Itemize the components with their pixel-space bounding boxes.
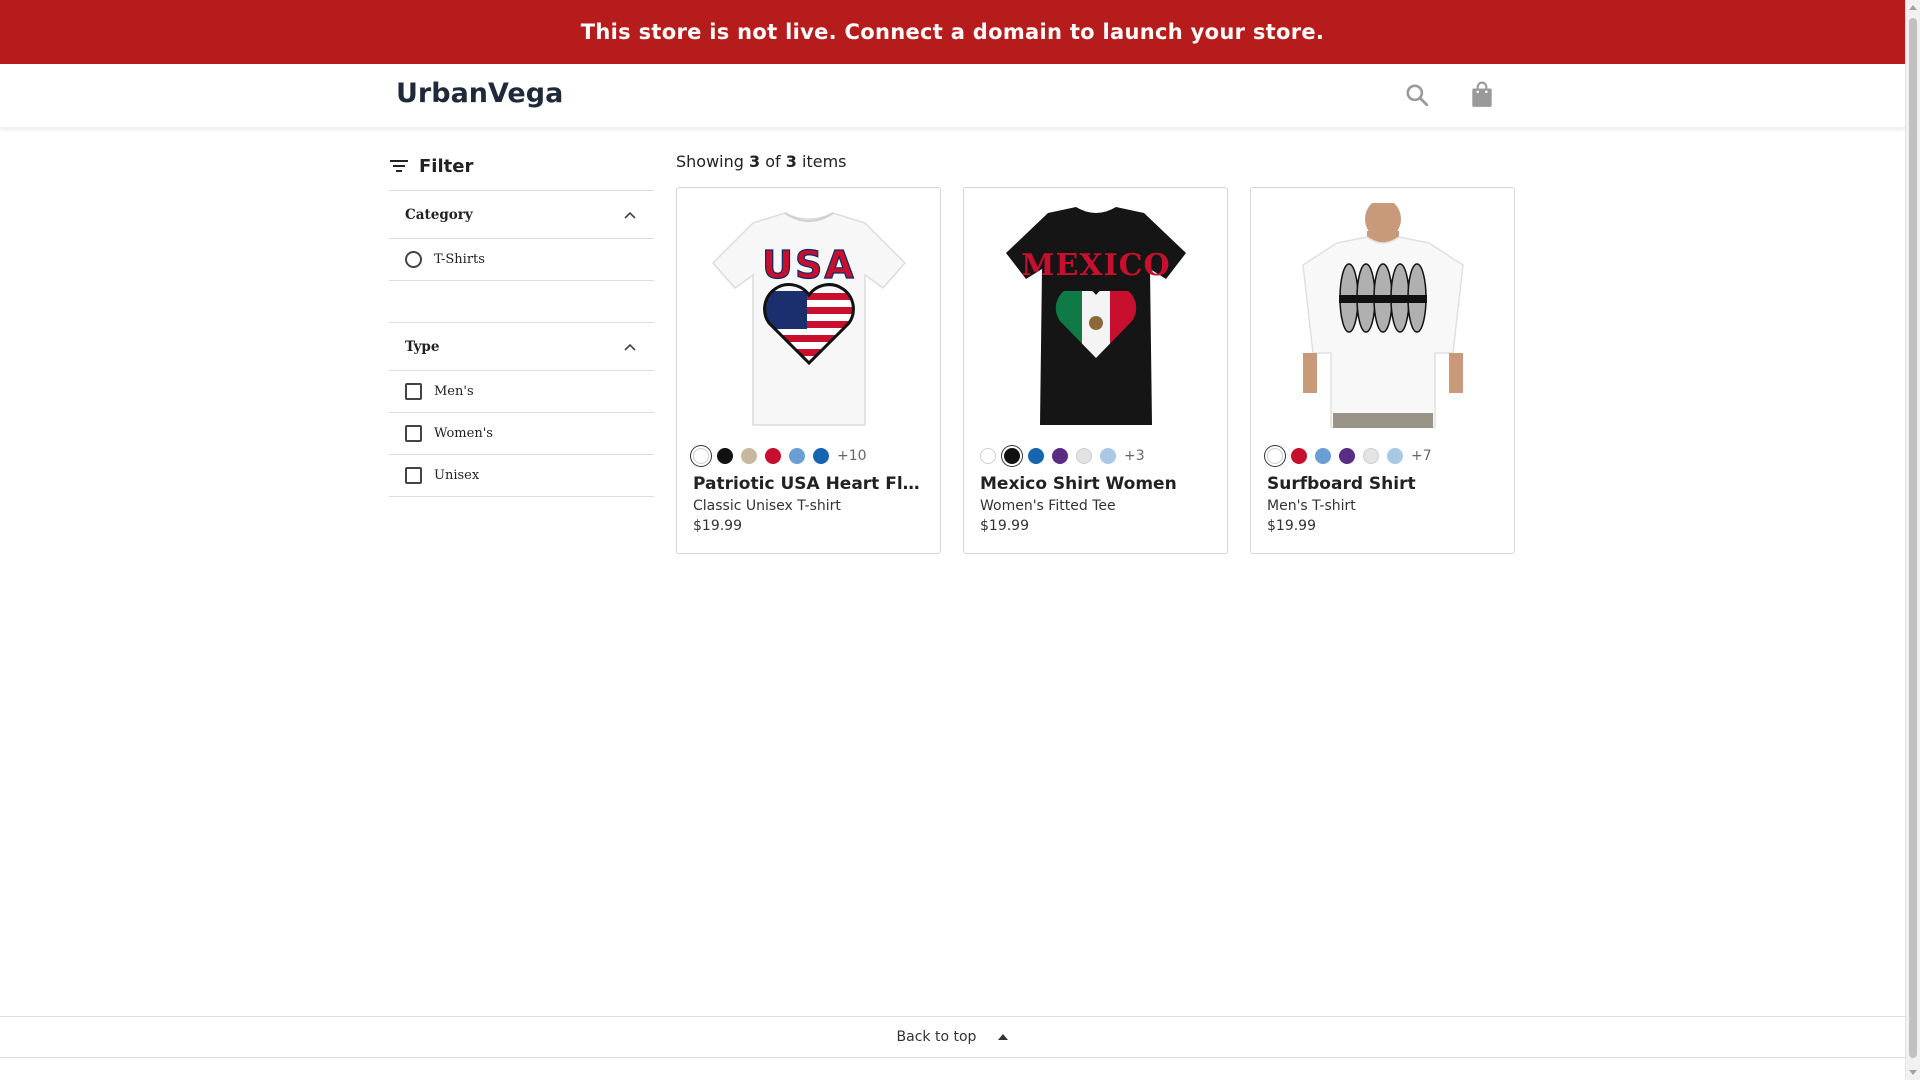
color-swatch[interactable]	[1076, 448, 1092, 464]
results-shown: 3	[749, 152, 761, 171]
svg-text:MEXICO: MEXICO	[1021, 248, 1170, 283]
product-card[interactable]: USA +10 Patriotic USA Heart Fla... Class…	[676, 187, 941, 554]
more-colors-count: +7	[1411, 448, 1432, 464]
color-swatch[interactable]	[980, 448, 996, 464]
category-title: Category	[405, 206, 473, 223]
option-label: Women's	[434, 426, 493, 441]
chevron-up-icon	[624, 343, 636, 351]
more-colors-count: +3	[1124, 448, 1145, 464]
back-to-top-label: Back to top	[896, 1029, 977, 1045]
color-swatches: +10	[693, 448, 867, 464]
color-swatch[interactable]	[1387, 448, 1403, 464]
product-type: Women's Fitted Tee	[980, 498, 1116, 514]
product-name[interactable]: Mexico Shirt Women	[980, 474, 1212, 494]
results-total: 3	[785, 152, 797, 171]
color-swatch[interactable]	[765, 448, 781, 464]
color-swatch[interactable]	[1267, 448, 1283, 464]
category-toggle[interactable]: Category	[389, 191, 654, 239]
color-swatch[interactable]	[1363, 448, 1379, 464]
product-name[interactable]: Patriotic USA Heart Fla...	[693, 474, 925, 494]
search-icon	[1406, 84, 1429, 107]
checkbox[interactable]	[405, 383, 422, 400]
page-footer: Back to top	[0, 1016, 1905, 1058]
results-count: Showing 3 of 3 items	[676, 152, 846, 171]
results-of: of	[765, 152, 781, 171]
option-label: Unisex	[434, 468, 480, 483]
svg-text:USA: USA	[762, 243, 856, 287]
category-option-tshirts[interactable]: T-Shirts	[389, 239, 654, 281]
search-button[interactable]	[1400, 78, 1434, 112]
filter-label: Filter	[419, 155, 474, 177]
product-image-usa-heart-shirt[interactable]: USA	[693, 203, 925, 428]
product-price: $19.99	[693, 518, 742, 534]
checkbox[interactable]	[405, 467, 422, 484]
cart-button[interactable]	[1465, 78, 1499, 112]
product-name[interactable]: Surfboard Shirt	[1267, 474, 1499, 494]
caret-up-icon	[998, 1034, 1009, 1040]
results-suffix: items	[802, 152, 847, 171]
type-toggle[interactable]: Type	[389, 323, 654, 371]
store-logo[interactable]: UrbanVega	[396, 78, 563, 109]
chevron-up-icon	[624, 211, 636, 219]
shopping-bag-icon	[1472, 81, 1492, 107]
product-price: $19.99	[1267, 518, 1316, 534]
filter-icon	[390, 160, 408, 172]
color-swatch[interactable]	[813, 448, 829, 464]
option-label: Men's	[434, 384, 474, 399]
type-option-womens[interactable]: Women's	[389, 413, 654, 455]
more-colors-count: +10	[837, 448, 867, 464]
filter-header[interactable]: Filter	[389, 142, 654, 190]
color-swatch[interactable]	[1004, 448, 1020, 464]
color-swatch[interactable]	[1339, 448, 1355, 464]
color-swatch[interactable]	[1291, 448, 1307, 464]
results-prefix: Showing	[676, 152, 744, 171]
radio-button[interactable]	[405, 251, 422, 268]
color-swatch[interactable]	[1315, 448, 1331, 464]
site-header: UrbanVega	[0, 64, 1905, 128]
color-swatch[interactable]	[1100, 448, 1116, 464]
color-swatch[interactable]	[1028, 448, 1044, 464]
color-swatch[interactable]	[789, 448, 805, 464]
product-type: Men's T-shirt	[1267, 498, 1356, 514]
product-card[interactable]: +7 Surfboard Shirt Men's T-shirt $19.99	[1250, 187, 1515, 554]
filter-section-category: Category T-Shirts	[389, 190, 654, 322]
type-option-unisex[interactable]: Unisex	[389, 455, 654, 497]
type-option-mens[interactable]: Men's	[389, 371, 654, 413]
color-swatch[interactable]	[1052, 448, 1068, 464]
product-image-mexico-shirt[interactable]: MEXICO	[980, 203, 1212, 428]
product-card[interactable]: MEXICO +3 Mexico Shirt Women Women's Fit…	[963, 187, 1228, 554]
color-swatches: +3	[980, 448, 1145, 464]
scrollbar-thumb[interactable]	[1909, 18, 1917, 1058]
page-scrollbar[interactable]	[1905, 0, 1920, 1080]
checkbox[interactable]	[405, 425, 422, 442]
store-not-live-banner: This store is not live. Connect a domain…	[0, 0, 1905, 64]
type-title: Type	[405, 338, 440, 355]
filter-sidebar: Filter Category T-Shirts Type Men's Wome…	[389, 142, 654, 497]
color-swatch[interactable]	[693, 448, 709, 464]
product-type: Classic Unisex T-shirt	[693, 498, 841, 514]
product-grid: USA +10 Patriotic USA Heart Fla... Class…	[676, 187, 1515, 554]
back-to-top-button[interactable]: Back to top	[897, 1029, 1009, 1045]
scroll-down-arrow-icon[interactable]	[1909, 1070, 1917, 1075]
filter-section-type: Type Men's Women's Unisex	[389, 322, 654, 497]
banner-text: This store is not live. Connect a domain…	[580, 20, 1325, 44]
option-label: T-Shirts	[434, 252, 485, 267]
product-price: $19.99	[980, 518, 1029, 534]
scroll-up-arrow-icon[interactable]	[1909, 5, 1917, 10]
color-swatch[interactable]	[741, 448, 757, 464]
color-swatches: +7	[1267, 448, 1432, 464]
product-image-surfboard-shirt[interactable]	[1267, 203, 1499, 428]
color-swatch[interactable]	[717, 448, 733, 464]
